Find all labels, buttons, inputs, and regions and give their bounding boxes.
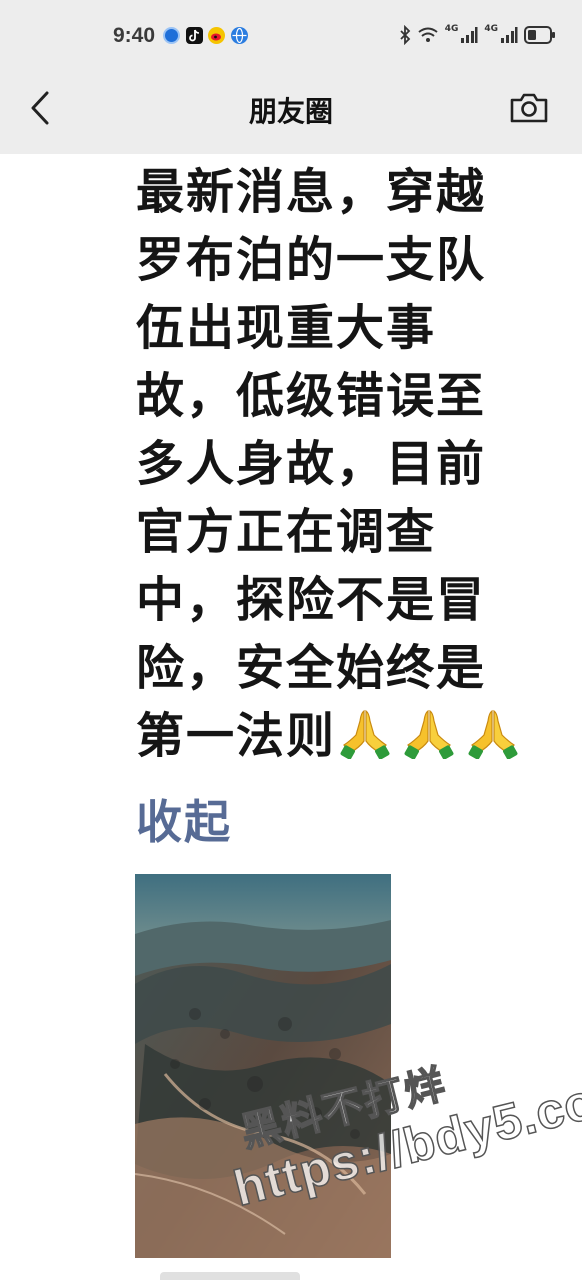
- browser-icon: [163, 27, 180, 44]
- post-text-line: 官方正在调查: [136, 504, 437, 560]
- battery-icon: [524, 26, 556, 48]
- post-text-line: 伍出现重大事: [136, 300, 437, 356]
- post-text-line: 多人身故，目前: [136, 436, 487, 492]
- next-item-peek: [160, 1272, 300, 1280]
- collapse-link[interactable]: 收起: [136, 786, 232, 852]
- post-text-line: 最新消息，穿越: [136, 164, 487, 220]
- camera-icon: [510, 93, 548, 123]
- camera-button[interactable]: [505, 88, 553, 128]
- post-text: 最新消息，穿越 罗布泊的一支队 伍出现重大事 故，低级错误至 多人身故，目前 官…: [136, 158, 546, 770]
- tiktok-icon: [186, 27, 203, 44]
- network-label: 4G: [444, 24, 459, 34]
- top-header: 9:40 4G 4G 朋友圈: [0, 0, 582, 154]
- post-text-line: 罗布泊的一支队: [136, 232, 487, 288]
- post-text-line: 故，低级错误至: [136, 368, 487, 424]
- post-text-line-last: 第一法则: [136, 702, 546, 770]
- signal-icon: [460, 26, 478, 48]
- praying-hands-icon: [404, 709, 454, 759]
- praying-hands-icon: [340, 709, 390, 759]
- praying-hands-icon: [468, 709, 518, 759]
- status-indicators: 4G 4G: [399, 24, 556, 50]
- bluetooth-icon: [399, 24, 411, 49]
- globe-icon: [231, 27, 248, 44]
- network-label: 4G: [484, 24, 498, 34]
- post-text-line: 中，探险不是冒: [136, 572, 487, 628]
- emoji-row: [340, 707, 518, 759]
- status-time: 9:40: [113, 24, 156, 47]
- weibo-icon: [208, 27, 225, 44]
- signal-icon: [500, 26, 518, 48]
- page-title: 朋友圈: [248, 95, 333, 128]
- post-text-line: 第一法则: [136, 708, 337, 764]
- navigation-bar: 朋友圈: [0, 72, 582, 154]
- status-bar: 9:40 4G 4G: [0, 0, 582, 72]
- wifi-icon: [417, 26, 439, 48]
- post-text-line: 险，安全始终是: [136, 640, 487, 696]
